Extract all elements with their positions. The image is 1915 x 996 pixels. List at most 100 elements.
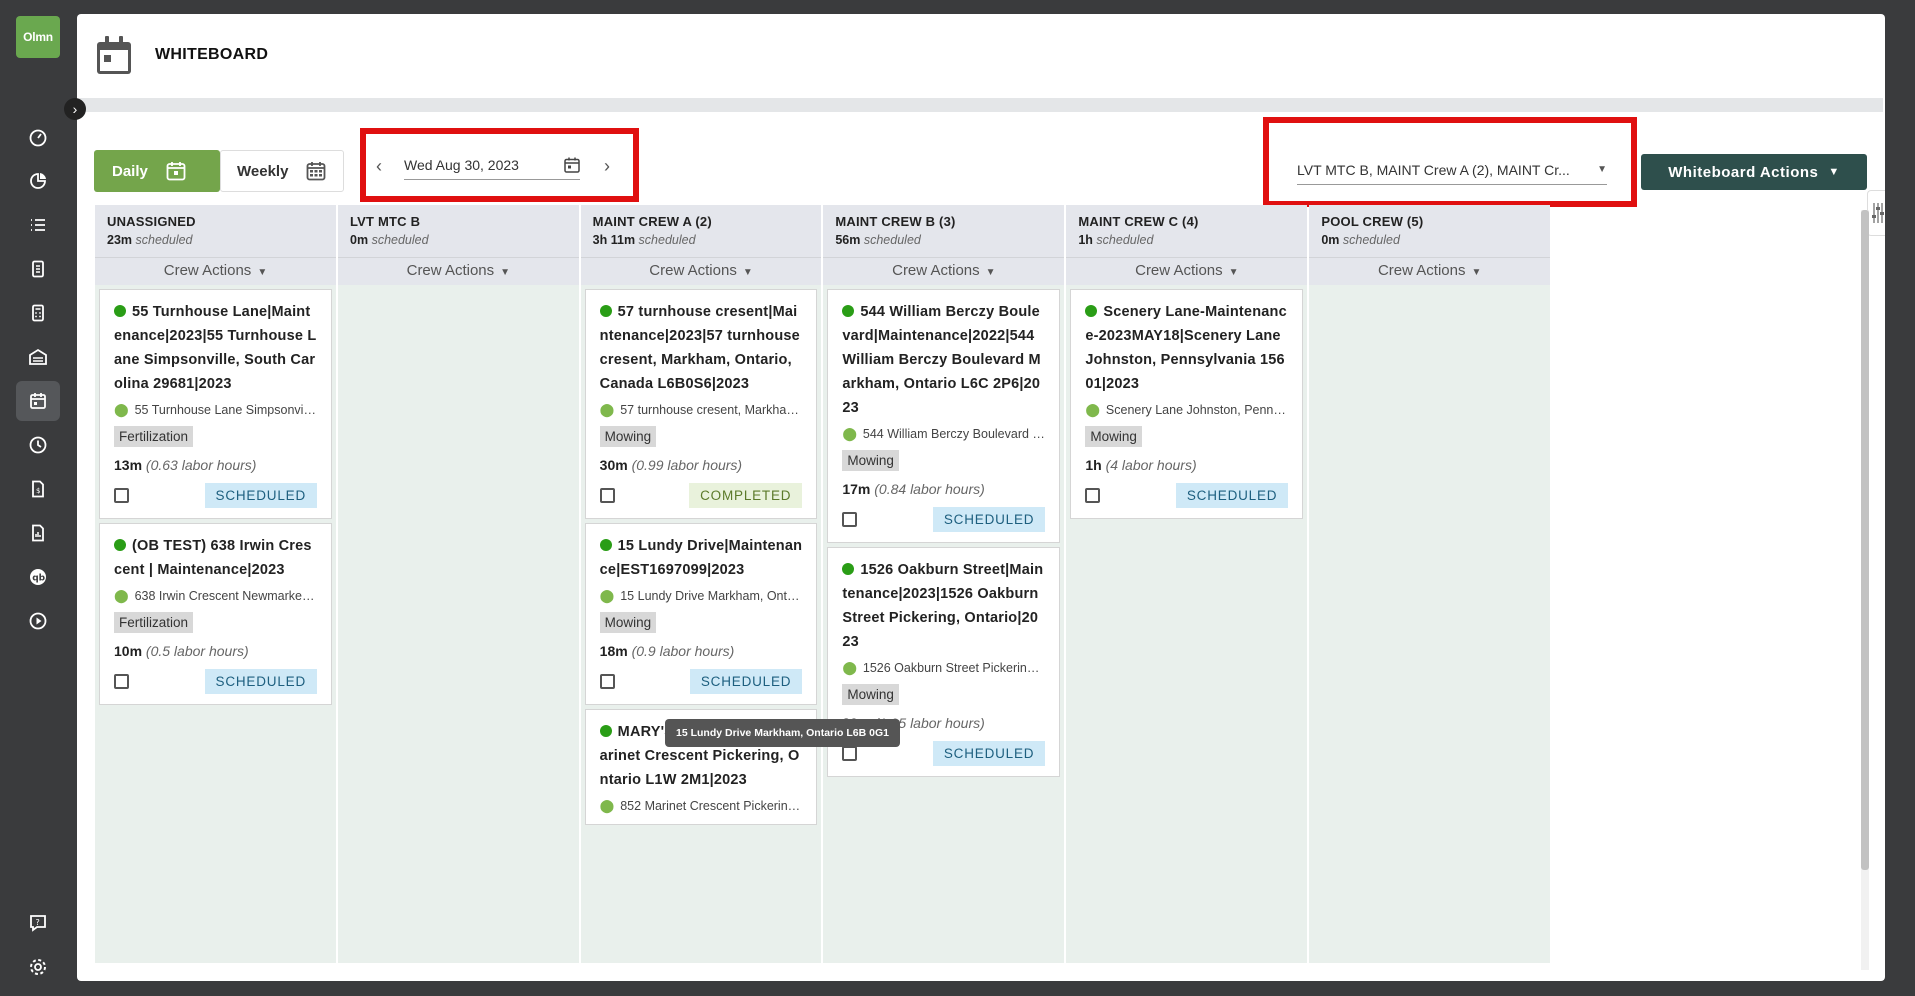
- estimate-icon[interactable]: [16, 249, 60, 289]
- status-dot-icon: [599, 725, 612, 737]
- calendar-icon[interactable]: [16, 381, 60, 421]
- job-card[interactable]: Scenery Lane-Maintenance-2023MAY18|Scene…: [1070, 289, 1304, 519]
- select-checkbox[interactable]: [842, 512, 858, 527]
- date-picker-field[interactable]: Wed Aug 30, 2023: [404, 150, 580, 180]
- crew-column: MAINT CREW B (3) 56m scheduled Crew Acti…: [823, 205, 1065, 963]
- play-icon[interactable]: [16, 601, 60, 641]
- report-icon[interactable]: [16, 513, 60, 553]
- whiteboard-columns: UNASSIGNED 23m scheduled Crew Actions ▼ 5…: [95, 205, 1551, 963]
- daily-view-button[interactable]: Daily: [94, 150, 220, 192]
- labor-hours: (0.63 labor hours): [145, 457, 257, 473]
- job-address-text: Scenery Lane Johnston, Pennsylvania: [1105, 403, 1288, 417]
- app-logo[interactable]: Olmn: [16, 16, 60, 58]
- crew-actions-dropdown[interactable]: Crew Actions ▼: [1066, 257, 1308, 285]
- select-checkbox[interactable]: [114, 488, 129, 503]
- crew-name: POOL CREW (5): [1321, 214, 1424, 229]
- job-title[interactable]: (OB TEST) 638 Irwin Crescent | Maintenan…: [114, 534, 317, 582]
- weekly-view-button[interactable]: Weekly: [220, 150, 344, 192]
- job-card[interactable]: 57 turnhouse cresent|Maintenance|2023|57…: [584, 289, 818, 519]
- job-title[interactable]: 1526 Oakburn Street|Maintenance|2023|152…: [842, 558, 1045, 654]
- select-checkbox[interactable]: [1085, 488, 1101, 503]
- scheduled-word: scheduled: [1096, 233, 1154, 247]
- crew-time: 23m: [107, 233, 133, 247]
- gear-icon[interactable]: [16, 947, 60, 987]
- labor-hours: (0.99 labor hours): [631, 457, 743, 473]
- service-tag: Mowing: [599, 612, 657, 633]
- clock-icon[interactable]: [16, 425, 60, 465]
- crew-name: MAINT CREW B (3): [835, 214, 956, 229]
- chart-icon[interactable]: [16, 161, 60, 201]
- status-badge: SCHEDULED: [204, 669, 317, 694]
- labor-hours: (4 labor hours): [1105, 457, 1197, 473]
- job-duration: 30m (0.99 labor hours): [600, 457, 803, 473]
- scheduled-word: scheduled: [371, 233, 429, 247]
- job-address: ⬤ 638 Irwin Crescent Newmarket, Ontario: [114, 588, 317, 604]
- next-date-button[interactable]: ›: [604, 156, 610, 177]
- whiteboard-actions-button[interactable]: Whiteboard Actions ▼: [1641, 154, 1867, 190]
- svg-text:qb: qb: [32, 574, 45, 584]
- vertical-scrollbar-thumb[interactable]: [1861, 210, 1869, 870]
- card-footer: SCHEDULED: [842, 507, 1046, 532]
- select-checkbox[interactable]: [114, 674, 129, 689]
- crew-filter-select[interactable]: LVT MTC B, MAINT Crew A (2), MAINT Cr...…: [1297, 155, 1607, 185]
- status-dot-icon: [842, 305, 855, 317]
- chevron-down-icon: ▼: [1471, 267, 1482, 278]
- service-tag: Fertilization: [114, 612, 194, 633]
- job-title[interactable]: Scenery Lane-Maintenance-2023MAY18|Scene…: [1085, 300, 1288, 396]
- job-address: ⬤ 57 turnhouse cresent, Markham, Ontario: [600, 402, 803, 418]
- job-card[interactable]: 15 Lundy Drive|Maintenance|EST1697099|20…: [584, 523, 818, 705]
- service-tag: Mowing: [1085, 426, 1142, 447]
- logo-text: Olmn: [23, 30, 53, 44]
- page-header: WHITEBOARD: [77, 14, 1885, 98]
- help-icon[interactable]: ?: [16, 903, 60, 943]
- job-title[interactable]: 15 Lundy Drive|Maintenance|EST1697099|20…: [599, 534, 803, 582]
- status-dot-icon: [114, 539, 126, 551]
- list-icon[interactable]: [16, 205, 60, 245]
- header-divider: [77, 98, 1883, 112]
- crew-actions-dropdown[interactable]: Crew Actions ▼: [580, 257, 822, 285]
- address-tooltip: 15 Lundy Drive Markham, Ontario L6B 0G1: [665, 719, 900, 747]
- rail-expand-toggle[interactable]: ›: [64, 98, 86, 120]
- crew-actions-dropdown[interactable]: Crew Actions ▼: [823, 257, 1065, 285]
- dashboard-icon[interactable]: [16, 118, 60, 158]
- crew-filter-highlight: LVT MTC B, MAINT Crew A (2), MAINT Cr...…: [1263, 117, 1637, 207]
- job-title[interactable]: 55 Turnhouse Lane|Maintenance|2023|55 Tu…: [114, 300, 317, 396]
- job-title-text: 1526 Oakburn Street|Maintenance|2023|152…: [842, 562, 1044, 650]
- select-checkbox[interactable]: [599, 488, 615, 503]
- crew-actions-dropdown[interactable]: Crew Actions ▼: [95, 257, 336, 285]
- job-card[interactable]: 55 Turnhouse Lane|Maintenance|2023|55 Tu…: [99, 289, 332, 519]
- calculator-icon[interactable]: [16, 293, 60, 333]
- job-address: ⬤ 15 Lundy Drive Markham, Ontario L6B 0G1: [600, 588, 803, 604]
- page-title: WHITEBOARD: [155, 46, 269, 63]
- labor-hours: (0.9 labor hours): [631, 643, 735, 659]
- job-duration: 10m (0.5 labor hours): [114, 643, 317, 659]
- crew-actions-dropdown[interactable]: Crew Actions ▼: [1309, 257, 1551, 285]
- crew-column: LVT MTC B 0m scheduled Crew Actions ▼: [338, 205, 579, 963]
- invoice-icon[interactable]: $: [16, 469, 60, 509]
- card-footer: SCHEDULED: [114, 669, 317, 694]
- status-dot-icon: [114, 305, 126, 317]
- select-checkbox[interactable]: [842, 746, 858, 761]
- warehouse-icon[interactable]: [16, 337, 60, 377]
- job-card[interactable]: 544 William Berczy Boulevard|Maintenance…: [827, 289, 1061, 543]
- duration-value: 1h: [1085, 457, 1102, 473]
- crew-actions-label: Crew Actions: [163, 262, 252, 279]
- job-address: ⬤ 544 William Berczy Boulevard Markham: [842, 426, 1045, 442]
- crew-scheduled-time: 3h 11m scheduled: [593, 233, 810, 247]
- previous-date-button[interactable]: ‹: [376, 156, 382, 177]
- crew-scheduled-time: 0m scheduled: [1321, 233, 1538, 247]
- job-title[interactable]: 544 William Berczy Boulevard|Maintenance…: [842, 300, 1045, 420]
- main-panel: WHITEBOARD Daily Weekly ‹ Wed Aug 30, 20…: [77, 14, 1885, 981]
- date-picker-icon[interactable]: [564, 157, 580, 173]
- status-badge: COMPLETED: [689, 483, 803, 508]
- job-address: ⬤ 852 Marinet Crescent Pickering, Ontario: [600, 798, 803, 814]
- job-title[interactable]: 57 turnhouse cresent|Maintenance|2023|57…: [599, 300, 803, 396]
- job-duration: 17m (0.84 labor hours): [842, 481, 1045, 497]
- crew-actions-dropdown[interactable]: Crew Actions ▼: [338, 257, 579, 285]
- select-checkbox[interactable]: [599, 674, 615, 689]
- filter-settings-icon[interactable]: [1867, 190, 1885, 236]
- quickbooks-icon[interactable]: qb: [16, 557, 60, 597]
- crew-name: UNASSIGNED: [107, 214, 196, 229]
- job-card[interactable]: (OB TEST) 638 Irwin Crescent | Maintenan…: [99, 523, 332, 705]
- crew-scheduled-time: 0m scheduled: [350, 233, 567, 247]
